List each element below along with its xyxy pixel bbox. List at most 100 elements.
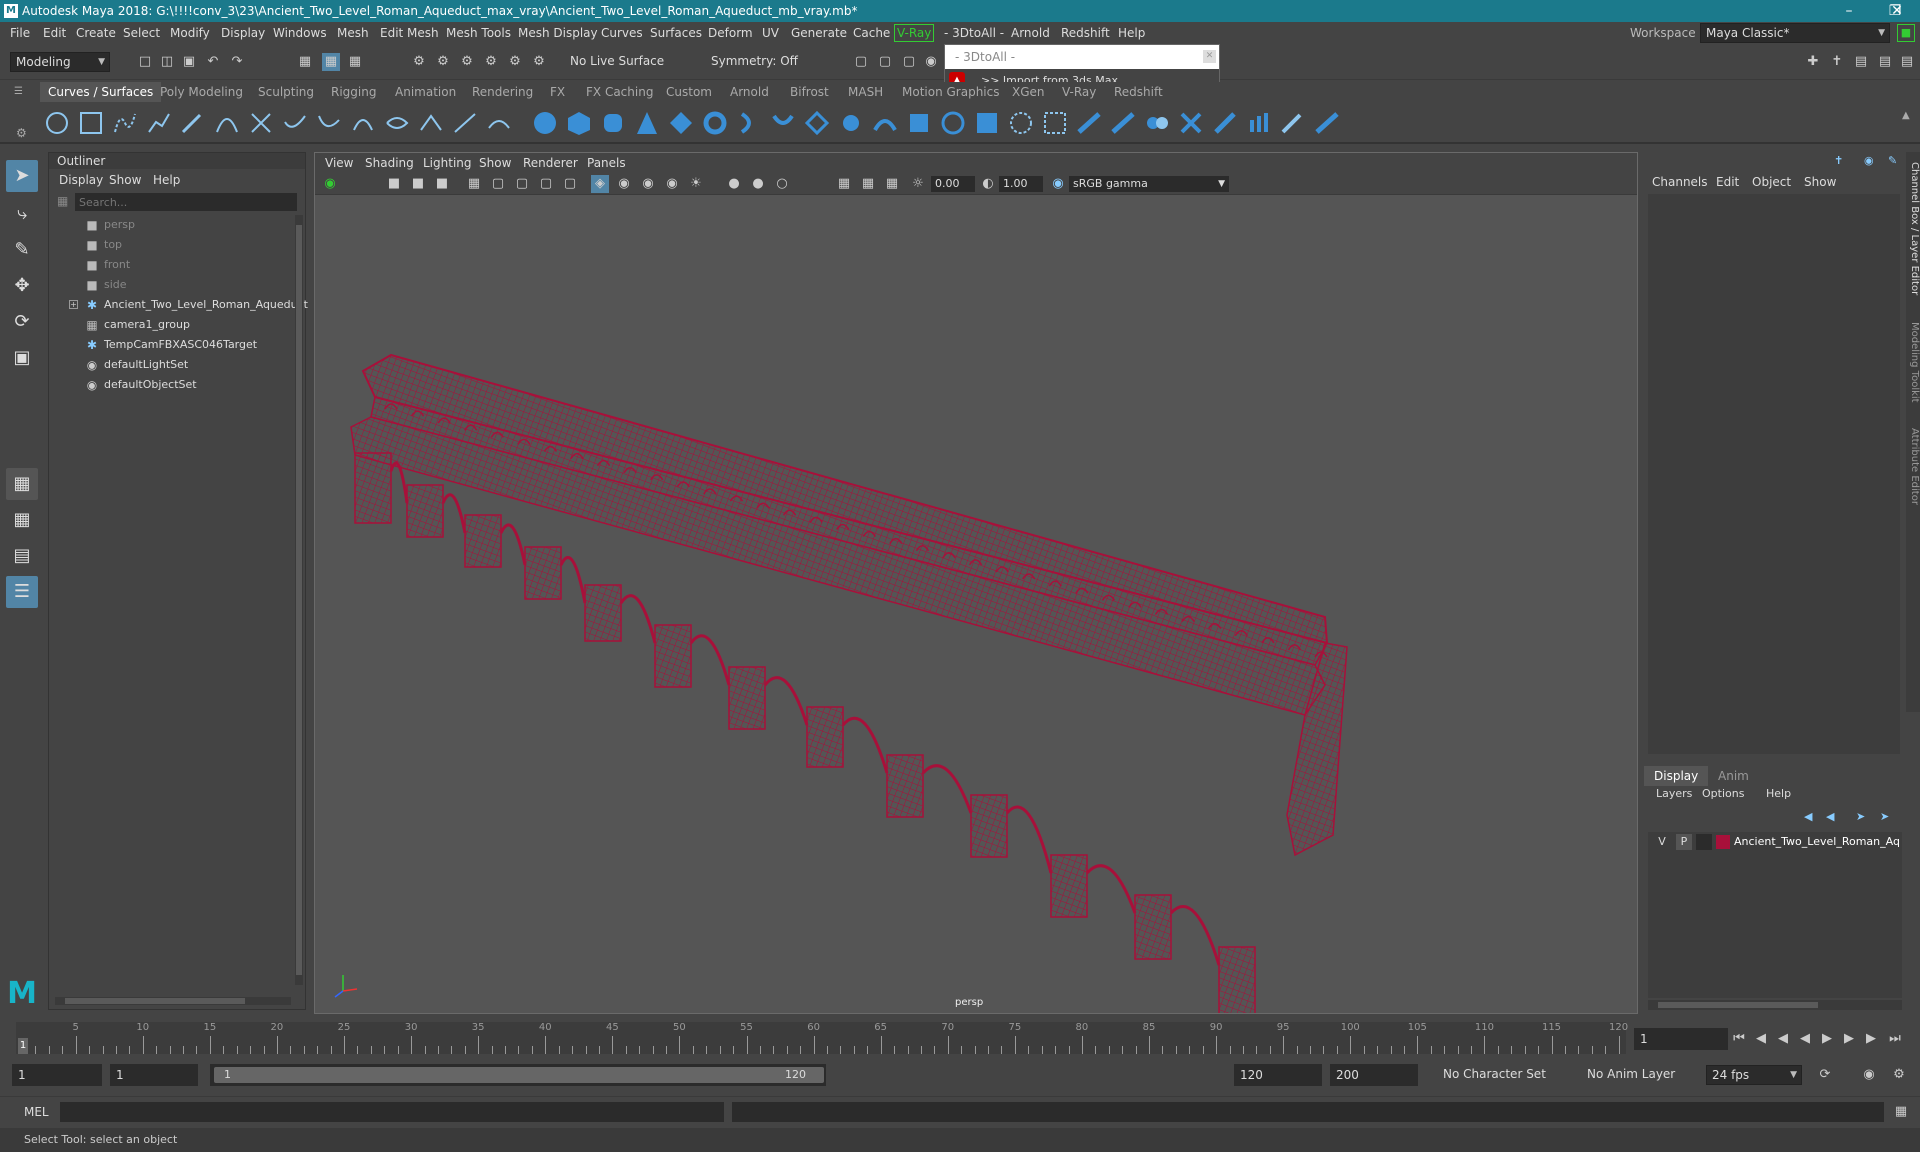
current-frame-field[interactable]: 1 [1634,1028,1728,1050]
tool-settings-icon[interactable]: ▤ [1876,53,1894,71]
nurbs-sphere-icon[interactable] [532,110,558,136]
outliner-vertical-scrollbar[interactable] [295,215,303,985]
four-view-layout-icon[interactable]: ▦ [6,504,38,536]
cv-curve-icon[interactable] [112,110,138,136]
viewport-menu-renderer[interactable]: Renderer [523,153,578,173]
wireframe-on-shaded-icon[interactable]: ◉ [639,175,657,193]
outliner-menu-display[interactable]: Display [59,171,103,189]
symmetry-field[interactable]: Symmetry: Off [706,52,806,72]
detach-curve-icon[interactable] [316,110,342,136]
shelf-tab-poly-modeling[interactable]: Poly Modeling [152,82,251,102]
live-surface-field[interactable]: No Live Surface [565,52,665,72]
layers-menu-help[interactable]: Help [1766,784,1791,804]
snap-surface-icon[interactable]: ⚙ [506,53,524,71]
viewport-menu-shading[interactable]: Shading [365,153,414,173]
outliner-horizontal-scrollbar[interactable] [55,997,291,1005]
outliner-filter-icon[interactable]: ▦ [57,194,68,208]
loft-icon[interactable] [770,110,796,136]
shelf-tab-custom[interactable]: Custom [658,82,720,102]
channel-box-icon-3[interactable]: ✎ [1888,154,1897,167]
snap-curve-icon[interactable]: ⚙ [434,53,452,71]
channel-box-icon-1[interactable]: ✝ [1834,154,1843,167]
new-scene-icon[interactable]: □ [136,53,154,71]
time-slider[interactable]: 5 10 15 20 25 30 35 40 45 50 55 60 65 70 75 80 85 90 95 100… [0,1018,1920,1058]
aqueduct-wireframe-model[interactable] [315,195,1637,1013]
nurbs-torus-icon[interactable] [702,110,728,136]
birail-icon[interactable] [872,110,898,136]
nurbs-cylinder-icon[interactable] [600,110,626,136]
planar-icon[interactable] [804,110,830,136]
project-curve-icon[interactable] [1008,110,1034,136]
persp-outliner-layout-icon[interactable]: ▤ [6,540,38,572]
motion-blur-icon[interactable]: ○ [773,175,791,193]
outliner-item-front[interactable]: ■ front [49,255,289,275]
resolution-gate-icon[interactable]: ▢ [513,175,531,193]
exposure-field[interactable]: 0.00 [931,176,975,192]
sculpt-geometry-icon[interactable] [1246,110,1272,136]
menu-mesh[interactable]: Mesh [337,22,369,44]
nurbs-cone-icon[interactable] [634,110,660,136]
channels-menu-edit[interactable]: Edit [1716,172,1739,192]
select-camera-icon[interactable]: ◉ [321,175,339,193]
hypershade-icon[interactable]: ◉ [922,53,940,71]
playback-end-field[interactable]: 120 [1234,1064,1322,1086]
select-component-icon[interactable]: ▦ [346,53,364,71]
undo-icon[interactable]: ↶ [204,53,222,71]
outliner-layout-icon[interactable]: ☰ [6,576,38,608]
lasso-tool-icon[interactable]: ⤷ [6,198,38,230]
revolve-icon[interactable] [736,110,762,136]
layer-name[interactable]: Ancient_Two_Level_Roman_Aq [1734,832,1900,852]
intersect-icon[interactable] [1042,110,1068,136]
layer-display-type-toggle[interactable] [1696,834,1712,850]
layers-menu-layers[interactable]: Layers [1656,784,1692,804]
shelf-settings-icon[interactable]: ⚙ [16,126,27,140]
smooth-shade-icon[interactable]: ◉ [615,175,633,193]
playback-start-field[interactable]: 1 [110,1064,198,1086]
ep-curve-icon[interactable] [146,110,172,136]
snap-view-icon[interactable]: ⚙ [482,53,500,71]
wireframe-icon[interactable]: ◈ [591,175,609,193]
shelf-tab-sculpting[interactable]: Sculpting [250,82,322,102]
menu-vray[interactable]: V-Ray [894,24,935,42]
detach-surface-icon[interactable] [1178,110,1204,136]
snap-grid-icon[interactable]: ⚙ [410,53,428,71]
attach-surface-icon[interactable] [1144,110,1170,136]
side-tab-attribute-editor[interactable]: Attribute Editor [1906,428,1920,505]
menu-mesh-tools[interactable]: Mesh Tools [446,22,511,44]
modeling-toolkit-icon[interactable]: ✚ [1804,53,1822,71]
time-slider-track[interactable]: 5 10 15 20 25 30 35 40 45 50 55 60 65 70 75 80 85 90 95 100… [16,1022,1628,1054]
untrim-icon[interactable] [1110,110,1136,136]
step-back-key-icon[interactable]: ◀ [1774,1030,1792,1048]
grid-toggle-icon[interactable]: ▦ [465,175,483,193]
viewport-menu-lighting[interactable]: Lighting [423,153,472,173]
step-forward-frame-icon[interactable]: ▶ [1862,1030,1880,1048]
shelf-tab-rigging[interactable]: Rigging [323,82,384,102]
viewport-menu-show[interactable]: Show [479,153,511,173]
shelf-scroll-icon[interactable]: ▲ [1902,110,1910,121]
outliner-search-input[interactable] [75,193,297,211]
popup-close-icon[interactable]: ✕ [1203,50,1216,63]
outliner-menu-show[interactable]: Show [109,171,141,189]
attribute-editor-icon[interactable]: ▤ [1852,53,1870,71]
shelf-tab-xgen[interactable]: XGen [1004,82,1053,102]
move-layer-down-icon[interactable]: ◀ [1826,810,1834,823]
channels-menu-channels[interactable]: Channels [1652,172,1708,192]
script-language-toggle[interactable]: MEL [24,1097,49,1127]
lock-icon[interactable]: ■ [1897,24,1915,42]
ipr-render-icon[interactable]: ▢ [876,53,894,71]
shelf-tab-vray[interactable]: V-Ray [1054,82,1104,102]
shelf-menu-icon[interactable]: ☰ [14,86,28,98]
layer-tab-anim[interactable]: Anim [1718,766,1749,786]
menu-help[interactable]: Help [1118,22,1145,44]
shelf-tab-curves-surfaces[interactable]: Curves / Surfaces [40,82,162,102]
menu-edit[interactable]: Edit [43,22,66,44]
snap-point-icon[interactable]: ⚙ [458,53,476,71]
workspace-select[interactable]: Maya Classic* ▼ [1700,23,1890,43]
outliner-menu-help[interactable]: Help [153,171,180,189]
extrude-icon[interactable] [838,110,864,136]
rebuild-curve-icon[interactable] [350,110,376,136]
channels-menu-show[interactable]: Show [1804,172,1836,192]
use-all-lights-icon[interactable]: ☀ [687,175,705,193]
attach-curve-icon[interactable] [282,110,308,136]
ambient-occlusion-icon[interactable]: ● [749,175,767,193]
